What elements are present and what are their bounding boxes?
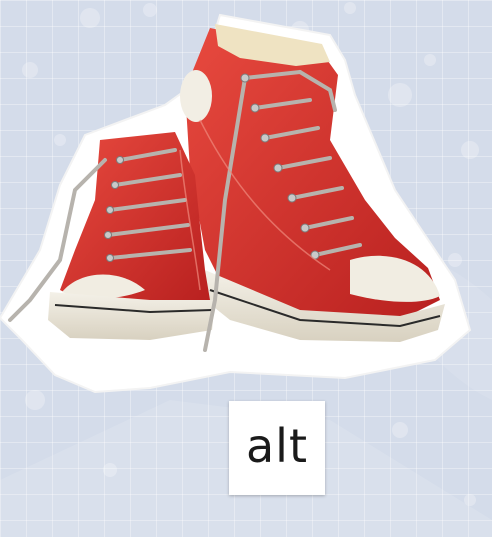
flashcard-scene: alt [0,0,492,537]
word-label: alt [245,419,308,473]
word-card: alt [229,401,325,495]
